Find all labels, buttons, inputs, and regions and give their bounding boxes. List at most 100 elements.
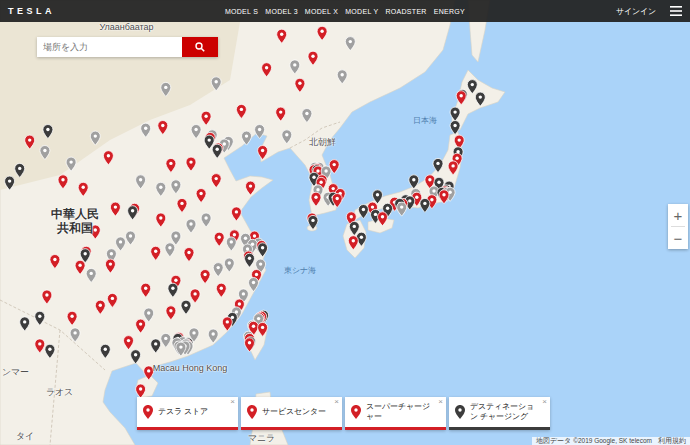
nav-item[interactable]: ROADSTER [385, 8, 426, 15]
map-pin[interactable] [75, 260, 85, 274]
map-pin[interactable] [184, 248, 194, 262]
map-pin[interactable] [181, 300, 191, 314]
map-pin[interactable] [439, 190, 449, 204]
nav-item[interactable]: ENERGY [434, 8, 465, 15]
menu-icon[interactable] [670, 6, 682, 16]
zoom-in-button[interactable]: + [668, 204, 688, 226]
map[interactable] [0, 0, 690, 445]
map-pin[interactable] [43, 125, 53, 139]
map-pin[interactable] [290, 60, 300, 74]
map-pin[interactable] [128, 206, 138, 220]
map-pin[interactable] [144, 308, 154, 322]
map-pin[interactable] [15, 163, 25, 177]
map-pin[interactable] [208, 329, 218, 343]
map-pin[interactable] [161, 82, 171, 96]
map-pin[interactable] [282, 130, 292, 144]
map-pin[interactable] [258, 322, 268, 336]
map-pin[interactable] [212, 144, 222, 158]
map-pin[interactable] [166, 158, 176, 172]
map-pin[interactable] [78, 182, 88, 196]
map-pin[interactable] [86, 268, 96, 282]
map-pin[interactable] [378, 212, 388, 226]
map-pin[interactable] [58, 175, 68, 189]
map-pin[interactable] [161, 333, 171, 347]
map-pin[interactable] [200, 270, 210, 284]
map-pin[interactable] [186, 157, 196, 171]
map-pin[interactable] [246, 181, 256, 195]
map-pin[interactable] [67, 311, 77, 325]
map-pin[interactable] [144, 366, 154, 380]
map-pin[interactable] [168, 283, 178, 297]
map-pin[interactable] [332, 194, 342, 208]
map-pin[interactable] [141, 283, 151, 297]
map-pin[interactable] [450, 121, 460, 135]
map-pin[interactable] [213, 263, 223, 277]
map-pin[interactable] [242, 131, 252, 145]
map-pin[interactable] [186, 219, 196, 233]
map-pin[interactable] [5, 176, 15, 190]
map-pin[interactable] [45, 344, 55, 358]
map-pin[interactable] [50, 255, 60, 269]
map-pin[interactable] [166, 306, 176, 320]
map-pin[interactable] [295, 78, 305, 92]
map-pin[interactable] [103, 151, 113, 165]
nav-item[interactable]: MODEL Y [345, 8, 378, 15]
map-pin[interactable] [258, 243, 268, 257]
map-pin[interactable] [258, 146, 268, 160]
map-pin[interactable] [222, 317, 232, 331]
search-button[interactable] [182, 37, 218, 57]
map-pin[interactable] [337, 70, 347, 84]
map-pin[interactable] [317, 26, 327, 40]
map-pin[interactable] [276, 107, 286, 121]
map-pin[interactable] [211, 174, 221, 188]
map-pin[interactable] [201, 213, 211, 227]
map-pin[interactable] [141, 123, 151, 137]
search-input[interactable] [37, 37, 182, 57]
map-pin[interactable] [214, 232, 224, 246]
map-pin[interactable] [255, 125, 265, 139]
tesla-logo[interactable]: TESLA [8, 6, 225, 16]
map-pin[interactable] [196, 189, 206, 203]
map-pin[interactable] [311, 192, 321, 206]
map-pin[interactable] [456, 91, 466, 105]
map-pin[interactable] [231, 207, 241, 221]
map-pin[interactable] [420, 198, 430, 212]
map-pin[interactable] [40, 146, 50, 160]
map-pin[interactable] [176, 342, 186, 356]
map-pin[interactable] [245, 338, 255, 352]
map-pin[interactable] [110, 202, 120, 216]
map-pin[interactable] [165, 243, 175, 257]
map-pin[interactable] [201, 111, 211, 125]
map-pin[interactable] [177, 198, 187, 212]
nav-item[interactable]: MODEL X [305, 8, 338, 15]
map-pin[interactable] [131, 350, 141, 364]
map-pin[interactable] [277, 29, 287, 43]
map-pin[interactable] [302, 109, 312, 123]
map-pin[interactable] [35, 339, 45, 353]
map-pin[interactable] [95, 300, 105, 314]
close-button[interactable]: × [230, 398, 235, 406]
map-pin[interactable] [136, 319, 146, 333]
map-pin[interactable] [191, 125, 201, 139]
map-pin[interactable] [156, 213, 166, 227]
map-pin[interactable] [171, 180, 181, 194]
zoom-out-button[interactable]: − [668, 227, 688, 249]
map-pin[interactable] [151, 339, 161, 353]
map-pin[interactable] [158, 121, 168, 135]
map-pin[interactable] [211, 77, 221, 91]
map-pin[interactable] [42, 290, 52, 304]
map-pin[interactable] [236, 104, 246, 118]
map-pin[interactable] [100, 344, 110, 358]
map-pin[interactable] [308, 51, 318, 65]
map-pin[interactable] [262, 63, 272, 77]
map-pin[interactable] [25, 135, 35, 149]
legend-item[interactable]: スーパーチャージャー× [345, 397, 446, 430]
map-pin[interactable] [216, 283, 226, 297]
map-pin[interactable] [124, 336, 134, 350]
map-pin[interactable] [105, 259, 115, 273]
map-pin[interactable] [397, 202, 407, 216]
map-pin[interactable] [433, 158, 443, 172]
map-pin[interactable] [245, 253, 255, 267]
map-pin[interactable] [90, 131, 100, 145]
nav-item[interactable]: MODEL 3 [265, 8, 298, 15]
